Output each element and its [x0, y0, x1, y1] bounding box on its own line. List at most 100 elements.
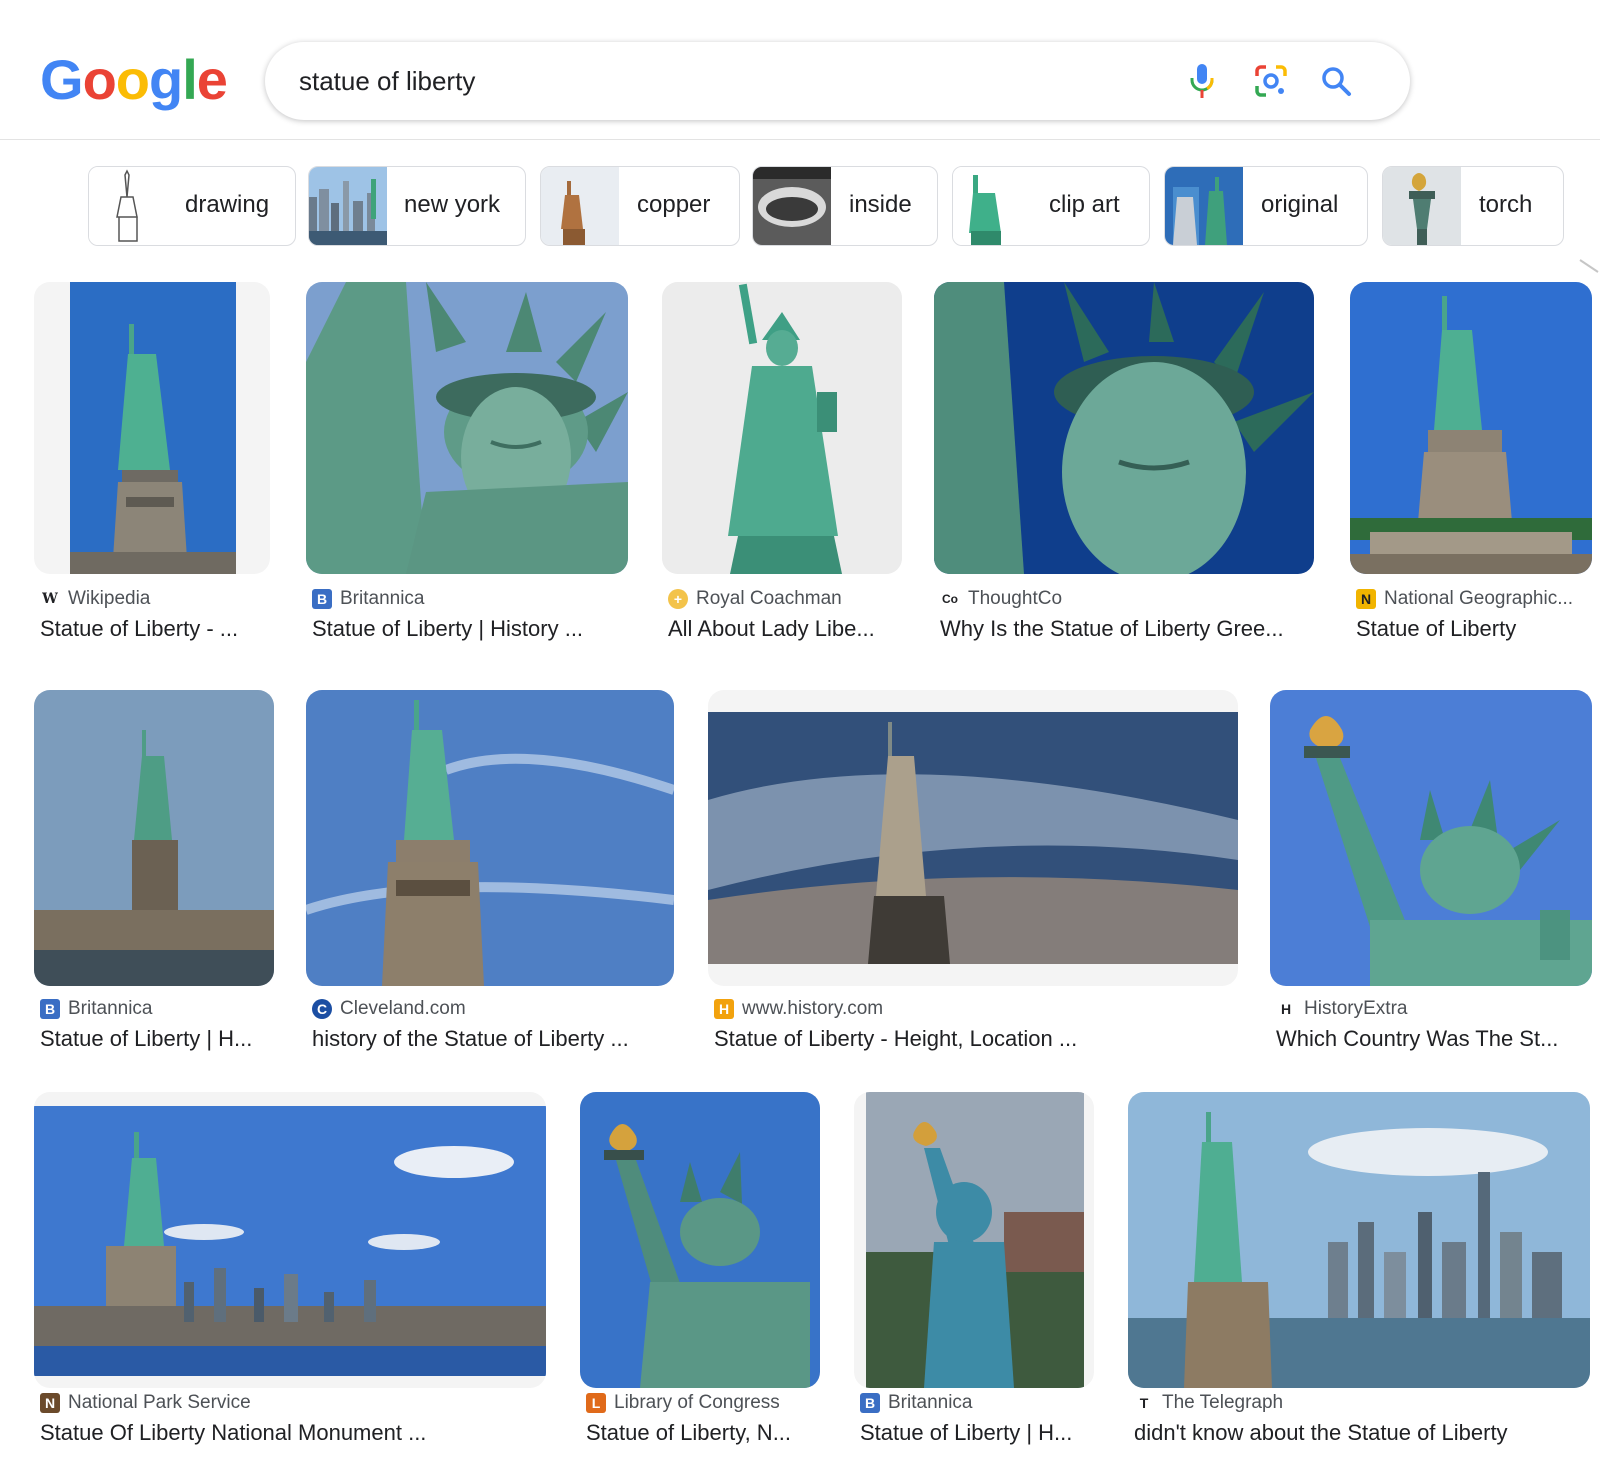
- result-card[interactable]: L Library of Congress Statue of Liberty,…: [580, 1092, 822, 1462]
- chip-inside[interactable]: inside: [752, 166, 938, 246]
- result-title[interactable]: Why Is the Statue of Liberty Gree...: [940, 616, 1316, 642]
- source-name: Britannica: [68, 998, 153, 1019]
- result-title[interactable]: Which Country Was The St...: [1276, 1026, 1594, 1052]
- microphone-icon[interactable]: [1183, 62, 1221, 100]
- logo-letter: o: [115, 48, 150, 111]
- source-name: Britannica: [340, 588, 425, 609]
- result-card[interactable]: + Royal Coachman All About Lady Libe...: [662, 282, 902, 652]
- search-icon[interactable]: [1317, 62, 1355, 100]
- result-source: N National Park Service: [40, 1392, 251, 1414]
- result-title[interactable]: Statue of Liberty: [1356, 616, 1596, 642]
- result-image[interactable]: [708, 690, 1238, 986]
- library-of-congress-favicon-icon: L: [586, 1393, 606, 1413]
- chip-thumbnail: [541, 167, 619, 245]
- national-geographic-favicon-icon: N: [1356, 589, 1376, 609]
- result-source: H www.history.com: [714, 998, 883, 1020]
- chip-label: torch: [1479, 191, 1533, 218]
- result-card[interactable]: C Cleveland.com history of the Statue of…: [306, 690, 676, 1062]
- result-image[interactable]: [580, 1092, 820, 1388]
- result-image[interactable]: [306, 282, 628, 574]
- source-name: Britannica: [888, 1392, 973, 1413]
- result-image[interactable]: [1350, 282, 1592, 574]
- result-image[interactable]: [1270, 690, 1592, 986]
- source-name: National Geographic...: [1384, 588, 1574, 609]
- nps-favicon-icon: N: [40, 1393, 60, 1413]
- chip-drawing[interactable]: drawing: [88, 166, 296, 246]
- chip-clip-art[interactable]: clip art: [952, 166, 1150, 246]
- result-title[interactable]: Statue of Liberty | H...: [40, 1026, 276, 1052]
- chip-torch[interactable]: torch: [1382, 166, 1564, 246]
- result-image[interactable]: [34, 282, 270, 574]
- result-card[interactable]: Co ThoughtCo Why Is the Statue of Libert…: [934, 282, 1314, 652]
- result-image[interactable]: [934, 282, 1314, 574]
- result-card[interactable]: N National Park Service Statue Of Libert…: [34, 1092, 548, 1462]
- result-image[interactable]: [854, 1092, 1094, 1388]
- result-title[interactable]: Statue of Liberty | History ...: [312, 616, 630, 642]
- result-title[interactable]: Statue Of Liberty National Monument ...: [40, 1420, 548, 1446]
- britannica-favicon-icon: B: [312, 589, 332, 609]
- camera-lens-icon[interactable]: [1252, 62, 1290, 100]
- result-card[interactable]: H www.history.com Statue of Liberty - He…: [708, 690, 1240, 1062]
- result-card[interactable]: B Britannica Statue of Liberty | H...: [34, 690, 274, 1062]
- result-source: C Cleveland.com: [312, 998, 466, 1020]
- result-image[interactable]: [1128, 1092, 1590, 1388]
- wikipedia-favicon-icon: W: [40, 589, 60, 609]
- thoughtco-favicon-icon: Co: [940, 589, 960, 609]
- result-card[interactable]: N National Geographic... Statue of Liber…: [1350, 282, 1592, 652]
- chip-thumbnail: [953, 167, 1031, 245]
- chevron-right-icon[interactable]: [1576, 258, 1600, 282]
- search-box: [265, 42, 1410, 120]
- result-source: Co ThoughtCo: [940, 588, 1062, 610]
- chip-label: new york: [404, 191, 501, 218]
- result-image[interactable]: [34, 1092, 546, 1388]
- logo-letter: o: [82, 48, 117, 111]
- result-title[interactable]: Statue of Liberty - ...: [40, 616, 274, 642]
- logo-letter: e: [196, 48, 228, 111]
- chip-original[interactable]: original: [1164, 166, 1368, 246]
- chip-label: inside: [849, 191, 912, 218]
- result-source: B Britannica: [40, 998, 153, 1020]
- chip-copper[interactable]: copper: [540, 166, 740, 246]
- result-card[interactable]: H HistoryExtra Which Country Was The St.…: [1270, 690, 1592, 1062]
- result-image[interactable]: [662, 282, 902, 574]
- google-logo[interactable]: Google: [40, 48, 228, 111]
- chip-new-york[interactable]: new york: [308, 166, 526, 246]
- source-name: The Telegraph: [1162, 1392, 1284, 1413]
- result-card[interactable]: B Britannica Statue of Liberty | History…: [306, 282, 630, 652]
- royal-coachman-favicon-icon: +: [668, 589, 688, 609]
- result-title[interactable]: All About Lady Libe...: [668, 616, 904, 642]
- chip-thumbnail: [89, 167, 167, 245]
- result-title[interactable]: history of the Statue of Liberty ...: [312, 1026, 674, 1052]
- result-source: H HistoryExtra: [1276, 998, 1407, 1020]
- result-card[interactable]: B Britannica Statue of Liberty | H...: [854, 1092, 1096, 1462]
- britannica-favicon-icon: B: [40, 999, 60, 1019]
- source-name: ThoughtCo: [968, 588, 1063, 609]
- source-name: www.history.com: [742, 998, 884, 1019]
- refine-chips: drawing new york copper inside clip art …: [88, 166, 1600, 246]
- result-title[interactable]: didn't know about the Statue of Liberty: [1134, 1420, 1594, 1446]
- chip-thumbnail: [1165, 167, 1243, 245]
- result-source: W Wikipedia: [40, 588, 150, 610]
- result-title[interactable]: Statue of Liberty | H...: [860, 1420, 1098, 1446]
- result-card[interactable]: W Wikipedia Statue of Liberty - ...: [34, 282, 274, 652]
- source-name: Royal Coachman: [696, 588, 842, 609]
- result-source: B Britannica: [312, 588, 425, 610]
- chip-thumbnail: [309, 167, 387, 245]
- result-image[interactable]: [306, 690, 674, 986]
- telegraph-favicon-icon: T: [1134, 1393, 1154, 1413]
- source-name: Wikipedia: [68, 588, 151, 609]
- result-image[interactable]: [34, 690, 274, 986]
- logo-letter: g: [149, 48, 183, 111]
- result-title[interactable]: Statue of Liberty, N...: [586, 1420, 824, 1446]
- result-card[interactable]: T The Telegraph didn't know about the St…: [1128, 1092, 1592, 1462]
- source-name: Library of Congress: [614, 1392, 780, 1413]
- result-source: T The Telegraph: [1134, 1392, 1283, 1414]
- result-source: N National Geographic...: [1356, 588, 1573, 610]
- search-input[interactable]: [299, 60, 1159, 102]
- result-source: L Library of Congress: [586, 1392, 780, 1414]
- source-name: Cleveland.com: [340, 998, 466, 1019]
- result-title[interactable]: Statue of Liberty - Height, Location ...: [714, 1026, 1240, 1052]
- chip-label: copper: [637, 191, 711, 218]
- history-favicon-icon: H: [714, 999, 734, 1019]
- historyextra-favicon-icon: H: [1276, 999, 1296, 1019]
